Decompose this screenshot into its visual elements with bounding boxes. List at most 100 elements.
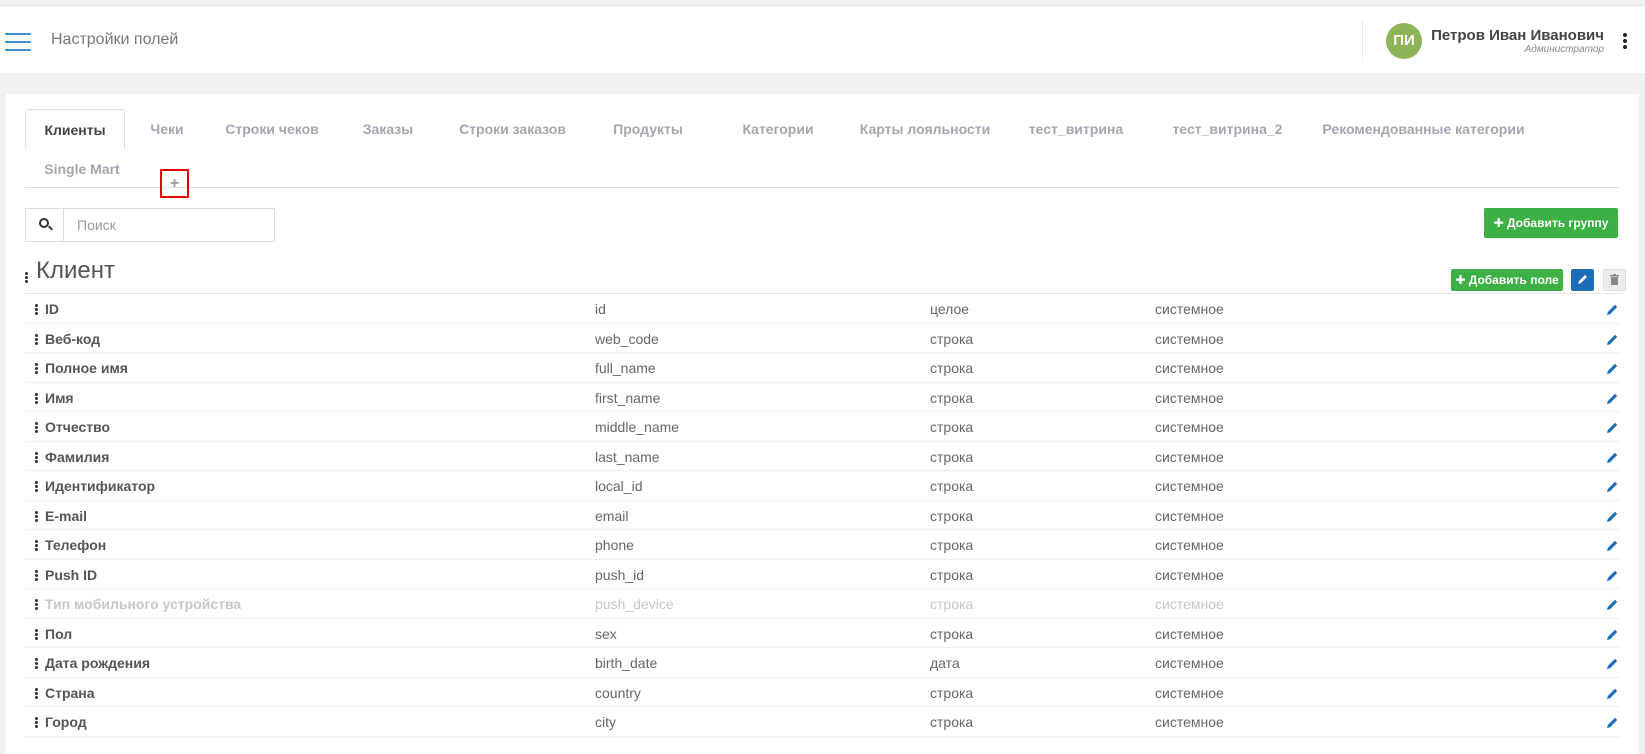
edit-field-pencil-icon[interactable] <box>1607 686 1618 699</box>
edit-field-pencil-icon[interactable] <box>1607 597 1618 610</box>
table-row[interactable]: Тип мобильного устройства push_device стро… <box>25 589 1619 619</box>
edit-field-pencil-icon[interactable] <box>1607 332 1618 345</box>
edit-field-pencil-icon[interactable] <box>1607 509 1618 522</box>
tab-order-lines[interactable]: Строки заказов <box>455 109 570 149</box>
field-label: Веб-код <box>45 330 101 347</box>
drag-handle-icon[interactable] <box>35 599 39 611</box>
drag-handle-icon[interactable] <box>35 481 39 493</box>
table-row[interactable]: Полное имя full_name строка системное <box>25 353 1619 383</box>
field-kind: системное <box>1155 655 1224 671</box>
add-group-button[interactable]: ✚ Добавить группу <box>1484 208 1618 238</box>
drag-handle-icon[interactable] <box>35 363 39 375</box>
table-row[interactable]: Пол sex строка системное <box>25 619 1619 648</box>
field-label: Тип мобильного устройства <box>45 596 242 612</box>
edit-field-pencil-icon[interactable] <box>1607 420 1618 433</box>
edit-group-button[interactable] <box>1571 269 1594 291</box>
drag-handle-icon[interactable] <box>35 510 39 523</box>
field-key: full_name <box>595 360 656 376</box>
field-key: push_device <box>595 596 674 612</box>
field-kind: системное <box>1155 360 1224 376</box>
table-row[interactable]: Идентификатор local_id строка системное <box>25 471 1619 501</box>
field-key: email <box>595 507 629 524</box>
field-kind: системное <box>1155 478 1224 494</box>
add-tab-button[interactable]: + <box>160 169 189 198</box>
table-row[interactable]: Страна country строка системное <box>25 678 1619 707</box>
field-key: middle_name <box>595 419 680 435</box>
drag-handle-icon[interactable] <box>35 304 39 316</box>
table-row[interactable]: Фамилия last_name строка системное <box>25 442 1619 471</box>
edit-field-pencil-icon[interactable] <box>1607 391 1618 404</box>
field-key: first_name <box>595 389 661 406</box>
table-row[interactable]: Телефон phone строка системное <box>25 530 1619 560</box>
table-row[interactable]: Push ID push_id строка системное <box>25 560 1619 589</box>
tab-test-showcase[interactable]: тест_витрина <box>1026 109 1126 149</box>
edit-field-pencil-icon[interactable] <box>1607 361 1618 374</box>
table-row[interactable]: Веб-код web_code строка системное <box>25 324 1619 353</box>
field-kind: системное <box>1155 537 1224 553</box>
tab-receipt-lines[interactable]: Строки чеков <box>222 109 322 149</box>
table-row[interactable]: E-mail email строка системное <box>25 501 1619 530</box>
table-row[interactable]: Отчество middle_name строка системное <box>25 412 1619 442</box>
field-label: Отчество <box>45 419 111 435</box>
drag-handle-icon[interactable] <box>35 333 39 346</box>
edit-field-pencil-icon[interactable] <box>1607 302 1618 315</box>
field-label: Страна <box>45 684 95 701</box>
delete-group-button[interactable] <box>1603 269 1626 291</box>
tab-recommended-categories[interactable]: Рекомендованные категории <box>1321 109 1526 149</box>
more-options-icon[interactable] <box>1622 33 1628 53</box>
tab-receipts[interactable]: Чеки <box>142 109 192 149</box>
edit-field-pencil-icon[interactable] <box>1607 568 1618 581</box>
group-title: Клиент <box>36 257 115 284</box>
drag-handle-icon[interactable] <box>35 451 39 464</box>
table-row[interactable]: Имя first_name строка системное <box>25 383 1619 412</box>
field-label: Город <box>45 714 87 730</box>
table-row[interactable]: Дата рождения birth_date дата системное <box>25 648 1619 678</box>
tab-single-mart[interactable]: Single Mart <box>37 149 127 189</box>
table-row[interactable]: ID id целое системное <box>25 294 1619 324</box>
tab-orders[interactable]: Заказы <box>358 109 418 149</box>
hamburger-menu-icon[interactable] <box>5 33 31 51</box>
field-type: строка <box>930 478 974 494</box>
edit-field-pencil-icon[interactable] <box>1607 450 1618 463</box>
edit-field-pencil-icon[interactable] <box>1607 656 1618 669</box>
field-kind: системное <box>1155 419 1224 435</box>
add-field-button[interactable]: ✚ Добавить поле <box>1451 269 1563 291</box>
drag-handle-icon[interactable] <box>35 687 39 700</box>
search-input[interactable] <box>65 209 274 241</box>
field-key: birth_date <box>595 655 658 671</box>
tab-categories[interactable]: Категории <box>737 109 819 149</box>
drag-handle-icon[interactable] <box>35 569 39 582</box>
field-type: целое <box>930 301 970 317</box>
drag-handle-icon[interactable] <box>35 658 39 670</box>
drag-handle-icon[interactable] <box>35 540 39 552</box>
search-icon[interactable] <box>26 209 64 241</box>
table-row[interactable]: Город city строка системное <box>25 707 1619 737</box>
tab-products[interactable]: Продукты <box>608 109 688 149</box>
user-divider <box>1362 20 1363 62</box>
user-role: Администратор <box>1524 44 1604 55</box>
field-label: Пол <box>45 625 73 642</box>
group-drag-handle-icon[interactable] <box>25 272 29 284</box>
field-type: строка <box>930 448 974 465</box>
drag-handle-icon[interactable] <box>35 392 39 405</box>
drag-handle-icon[interactable] <box>35 628 39 641</box>
edit-field-pencil-icon[interactable] <box>1607 627 1618 640</box>
drag-handle-icon[interactable] <box>35 422 39 434</box>
drag-handle-icon[interactable] <box>35 717 39 729</box>
edit-field-pencil-icon[interactable] <box>1607 715 1618 728</box>
field-kind: системное <box>1155 625 1224 642</box>
edit-field-pencil-icon[interactable] <box>1607 479 1618 492</box>
tab-test-showcase-2[interactable]: тест_витрина_2 <box>1170 109 1285 149</box>
tab-loyalty-cards[interactable]: Карты лояльности <box>859 109 991 149</box>
field-type: строка <box>930 389 974 406</box>
tab-clients[interactable]: Клиенты <box>25 109 125 149</box>
field-kind: системное <box>1155 684 1224 701</box>
avatar[interactable]: ПИ <box>1386 23 1422 59</box>
user-name[interactable]: Петров Иван Иванович <box>1431 27 1604 44</box>
field-kind: системное <box>1155 566 1224 583</box>
edit-field-pencil-icon[interactable] <box>1607 538 1618 551</box>
field-kind: системное <box>1155 596 1224 612</box>
field-label: Идентификатор <box>45 478 156 494</box>
field-key: push_id <box>595 566 645 583</box>
field-label: Push ID <box>45 566 98 583</box>
